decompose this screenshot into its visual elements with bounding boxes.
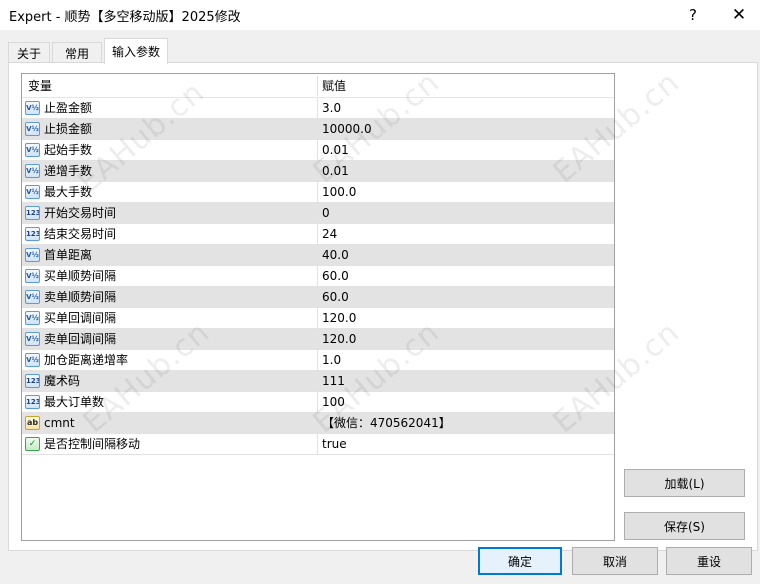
parameter-value[interactable]: 60.0 — [322, 287, 349, 307]
grid-rows: V½ 止盈金额 3.0 V½ 止损金额 10000.0 V½ 起始手数 0.01 V½ 递增手数 0.… — [22, 98, 614, 455]
close-button[interactable]: ✕ — [716, 0, 760, 30]
integer-icon: 123 — [25, 374, 40, 388]
parameter-row[interactable]: V½ 止损金额 10000.0 — [22, 119, 614, 140]
parameter-value[interactable]: 100 — [322, 392, 345, 412]
double-icon: V½ — [25, 311, 40, 325]
parameter-row[interactable]: V½ 起始手数 0.01 — [22, 140, 614, 161]
parameter-row[interactable]: V½ 首单距离 40.0 — [22, 245, 614, 266]
save-button[interactable]: 保存(S) — [624, 512, 745, 540]
parameter-row[interactable]: 123 结束交易时间 24 — [22, 224, 614, 245]
double-icon: V½ — [25, 101, 40, 115]
ok-button[interactable]: 确定 — [478, 547, 562, 575]
parameter-value[interactable]: true — [322, 434, 347, 454]
parameter-name: 魔术码 — [44, 374, 81, 388]
parameter-name: 结束交易时间 — [44, 227, 117, 241]
parameter-value[interactable]: 111 — [322, 371, 345, 391]
double-icon: V½ — [25, 164, 40, 178]
parameter-row[interactable]: ab cmnt 【微信：470562041】 — [22, 413, 614, 434]
parameter-row[interactable]: 123 魔术码 111 — [22, 371, 614, 392]
double-icon: V½ — [25, 248, 40, 262]
parameter-value[interactable]: 0 — [322, 203, 330, 223]
tab-common[interactable]: 常用 — [52, 42, 102, 63]
parameter-name: 买单顺势间隔 — [44, 269, 117, 283]
help-button[interactable]: ? — [670, 0, 716, 30]
parameter-value[interactable]: 120.0 — [322, 308, 356, 328]
parameter-row[interactable]: 123 开始交易时间 0 — [22, 203, 614, 224]
parameter-row[interactable]: V½ 卖单顺势间隔 60.0 — [22, 287, 614, 308]
grid-header: 变量 赋值 — [22, 74, 614, 98]
tab-inputs[interactable]: 输入参数 — [104, 38, 168, 64]
parameter-row[interactable]: V½ 加仓距离递增率 1.0 — [22, 350, 614, 371]
parameter-name: 开始交易时间 — [44, 206, 117, 220]
parameter-value[interactable]: 40.0 — [322, 245, 349, 265]
load-button[interactable]: 加载(L) — [624, 469, 745, 497]
parameter-name: 起始手数 — [44, 143, 93, 157]
parameter-value[interactable]: 3.0 — [322, 98, 341, 118]
double-icon: V½ — [25, 185, 40, 199]
parameter-name: 加仓距离递增率 — [44, 353, 129, 367]
parameter-value[interactable]: 0.01 — [322, 161, 349, 181]
integer-icon: 123 — [25, 227, 40, 241]
parameter-row[interactable]: V½ 止盈金额 3.0 — [22, 98, 614, 119]
cancel-button[interactable]: 取消 — [572, 547, 658, 575]
parameter-name: 卖单回调间隔 — [44, 332, 117, 346]
header-value[interactable]: 赋值 — [322, 74, 346, 98]
reset-button[interactable]: 重设 — [666, 547, 752, 575]
parameter-name: 最大订单数 — [44, 395, 105, 409]
close-icon: ✕ — [731, 5, 747, 25]
double-icon: V½ — [25, 353, 40, 367]
tab-about[interactable]: 关于 — [8, 42, 50, 63]
parameter-name: 首单距离 — [44, 248, 93, 262]
parameter-row[interactable]: V½ 递增手数 0.01 — [22, 161, 614, 182]
input-parameters-grid[interactable]: 变量 赋值 V½ 止盈金额 3.0 V½ 止损金额 10000.0 V½ 起始手数 0.01 V½… — [21, 73, 615, 541]
header-variable[interactable]: 变量 — [28, 74, 52, 98]
double-icon: V½ — [25, 269, 40, 283]
parameter-value[interactable]: 60.0 — [322, 266, 349, 286]
parameter-value[interactable]: 24 — [322, 224, 337, 244]
double-icon: V½ — [25, 122, 40, 136]
parameter-row[interactable]: V½ 买单回调间隔 120.0 — [22, 308, 614, 329]
parameter-value[interactable]: 0.01 — [322, 140, 349, 160]
window-title: Expert - 顺势【多空移动版】2025修改 — [9, 10, 241, 25]
parameter-name: 卖单顺势间隔 — [44, 290, 117, 304]
parameter-name: 止损金额 — [44, 122, 93, 136]
bool-icon: ✓ — [25, 437, 40, 451]
parameter-value[interactable]: 【微信：470562041】 — [322, 413, 451, 433]
integer-icon: 123 — [25, 395, 40, 409]
double-icon: V½ — [25, 290, 40, 304]
double-icon: V½ — [25, 332, 40, 346]
parameter-value[interactable]: 10000.0 — [322, 119, 372, 139]
help-icon: ? — [689, 6, 697, 24]
integer-icon: 123 — [25, 206, 40, 220]
parameter-name: 是否控制间隔移动 — [44, 437, 141, 451]
parameter-row[interactable]: V½ 最大手数 100.0 — [22, 182, 614, 203]
double-icon: V½ — [25, 143, 40, 157]
parameter-name: 递增手数 — [44, 164, 93, 178]
parameter-row[interactable]: V½ 买单顺势间隔 60.0 — [22, 266, 614, 287]
parameter-row[interactable]: 123 最大订单数 100 — [22, 392, 614, 413]
tab-strip: 关于 常用 输入参数 — [0, 38, 760, 64]
parameter-name: 买单回调间隔 — [44, 311, 117, 325]
string-icon: ab — [25, 416, 40, 430]
parameter-name: cmnt — [44, 416, 75, 430]
parameter-name: 最大手数 — [44, 185, 93, 199]
parameter-row[interactable]: V½ 卖单回调间隔 120.0 — [22, 329, 614, 350]
parameter-value[interactable]: 1.0 — [322, 350, 341, 370]
title-bar: Expert - 顺势【多空移动版】2025修改 ? ✕ — [0, 0, 760, 30]
parameter-value[interactable]: 120.0 — [322, 329, 356, 349]
parameter-name: 止盈金额 — [44, 101, 93, 115]
parameter-row[interactable]: ✓ 是否控制间隔移动 true — [22, 434, 614, 455]
parameter-value[interactable]: 100.0 — [322, 182, 356, 202]
